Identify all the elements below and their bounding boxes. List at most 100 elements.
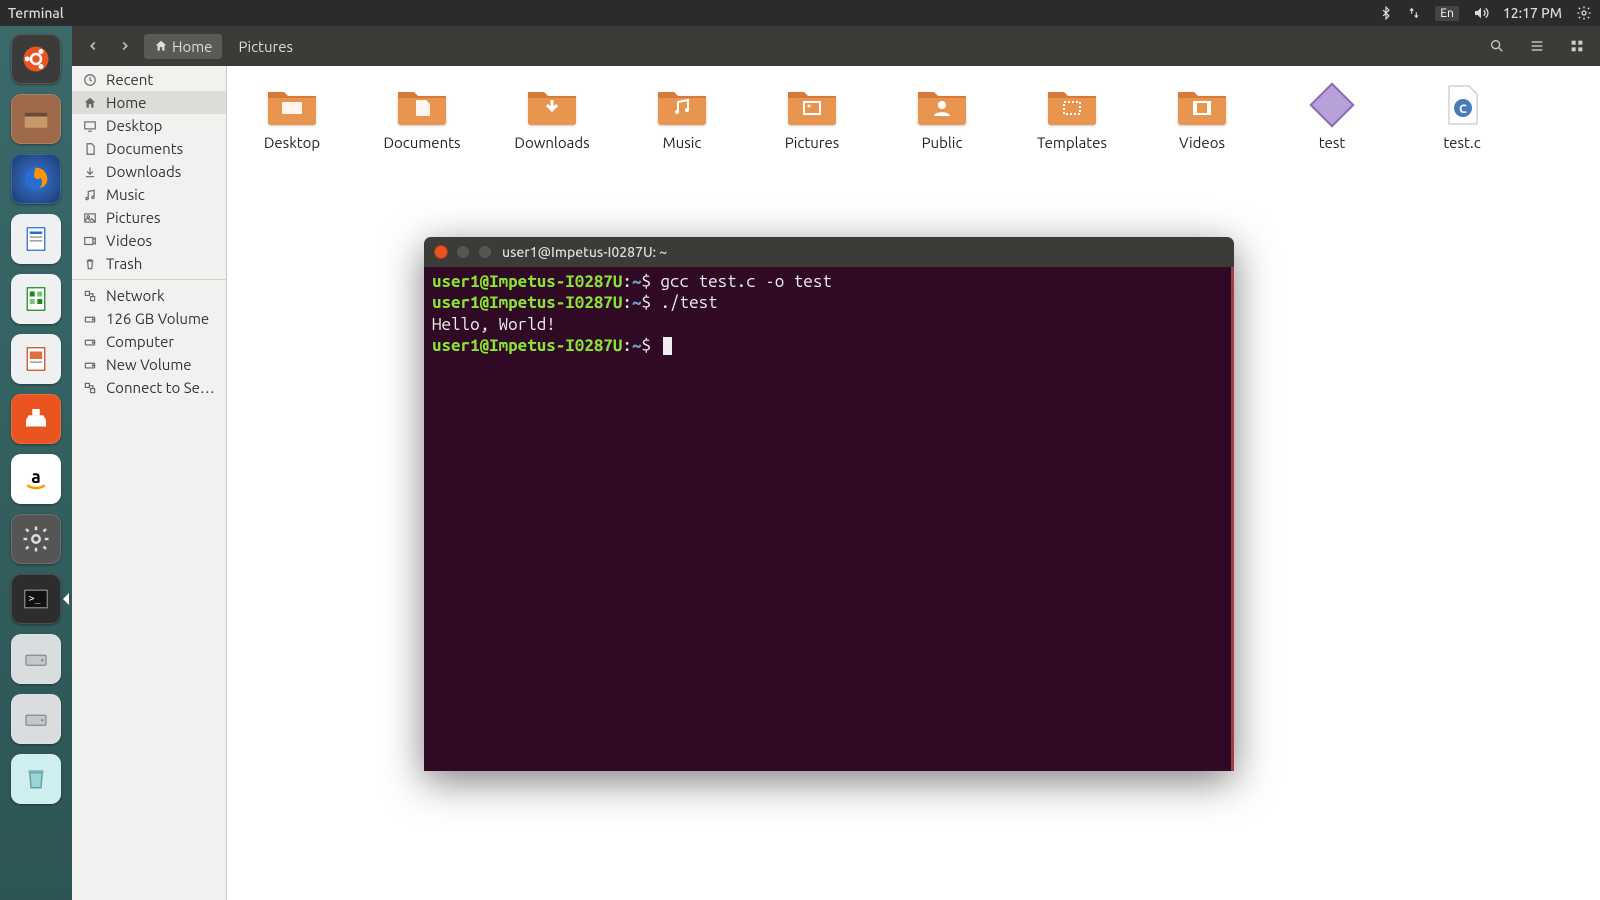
folder-icon <box>784 82 840 128</box>
unity-launcher: a >_ <box>0 26 72 900</box>
terminal-body[interactable]: user1@Impetus-I0287U:~$ gcc test.c -o te… <box>424 267 1234 771</box>
launcher-disk-2[interactable] <box>9 692 63 746</box>
terminal-window: user1@Impetus-I0287U: ~ user1@Impetus-I0… <box>424 237 1234 771</box>
keyboard-language-indicator[interactable]: En <box>1435 6 1459 21</box>
file-label: Downloads <box>514 134 589 151</box>
file-label: test <box>1319 134 1346 151</box>
sidebar-item-videos[interactable]: Videos <box>72 229 226 252</box>
terminal-titlebar[interactable]: user1@Impetus-I0287U: ~ <box>424 237 1234 267</box>
sidebar-item-label: New Volume <box>106 356 192 373</box>
file-item-downloads[interactable]: Downloads <box>507 82 597 151</box>
active-app-title: Terminal <box>8 5 64 21</box>
window-minimize-button[interactable] <box>456 245 470 259</box>
net-icon <box>82 381 98 395</box>
sidebar-item-126-gb-volume[interactable]: 126 GB Volume <box>72 307 226 330</box>
net-icon <box>82 289 98 303</box>
file-item-videos[interactable]: Videos <box>1157 82 1247 151</box>
volume-icon[interactable] <box>1473 5 1489 21</box>
file-item-music[interactable]: Music <box>637 82 727 151</box>
sidebar-item-pictures[interactable]: Pictures <box>72 206 226 229</box>
file-label: Pictures <box>785 134 840 151</box>
file-item-public[interactable]: Public <box>897 82 987 151</box>
sidebar-item-music[interactable]: Music <box>72 183 226 206</box>
sidebar-item-label: Desktop <box>106 117 162 134</box>
folder-icon <box>654 82 710 128</box>
file-item-test[interactable]: test <box>1287 82 1377 151</box>
sidebar-item-trash[interactable]: Trash <box>72 252 226 275</box>
svg-text:a: a <box>31 468 41 487</box>
view-grid-button[interactable] <box>1562 31 1592 61</box>
launcher-writer[interactable] <box>9 212 63 266</box>
file-label: Music <box>663 134 702 151</box>
launcher-firefox[interactable] <box>9 152 63 206</box>
file-label: Public <box>922 134 963 151</box>
launcher-ubuntu-software[interactable] <box>9 392 63 446</box>
down-icon <box>82 165 98 179</box>
file-item-test-c[interactable]: Ctest.c <box>1417 82 1507 151</box>
sidebar-item-new-volume[interactable]: New Volume <box>72 353 226 376</box>
terminal-cursor <box>663 337 672 355</box>
music-icon <box>82 188 98 202</box>
sidebar-item-recent[interactable]: Recent <box>72 68 226 91</box>
launcher-disk-1[interactable] <box>9 632 63 686</box>
breadcrumb-home[interactable]: Home <box>144 34 222 59</box>
file-item-templates[interactable]: Templates <box>1027 82 1117 151</box>
launcher-calc[interactable] <box>9 272 63 326</box>
folder-icon <box>914 82 970 128</box>
sidebar-item-downloads[interactable]: Downloads <box>72 160 226 183</box>
sidebar-item-label: Recent <box>106 71 153 88</box>
file-item-pictures[interactable]: Pictures <box>767 82 857 151</box>
view-list-button[interactable] <box>1522 31 1552 61</box>
breadcrumb-label: Home <box>172 38 212 55</box>
svg-text:>_: >_ <box>29 594 42 605</box>
system-top-bar: Terminal En 12:17 PM <box>0 0 1600 26</box>
launcher-ubuntu-dash[interactable] <box>9 32 63 86</box>
launcher-trash[interactable] <box>9 752 63 806</box>
window-close-button[interactable] <box>434 245 448 259</box>
bluetooth-icon[interactable] <box>1379 6 1393 20</box>
launcher-files[interactable] <box>9 92 63 146</box>
launcher-impress[interactable] <box>9 332 63 386</box>
fm-toolbar: Home Pictures <box>72 26 1600 66</box>
terminal-window-title: user1@Impetus-I0287U: ~ <box>502 244 667 260</box>
launcher-terminal[interactable]: >_ <box>9 572 63 626</box>
nav-back-button[interactable] <box>80 33 106 59</box>
folder-icon <box>394 82 450 128</box>
file-item-desktop[interactable]: Desktop <box>247 82 337 151</box>
breadcrumb-pictures[interactable]: Pictures <box>228 34 303 59</box>
file-icon: C <box>1434 82 1490 128</box>
sidebar-item-connect-to-se-[interactable]: Connect to Se… <box>72 376 226 399</box>
sidebar-item-network[interactable]: Network <box>72 284 226 307</box>
nav-forward-button[interactable] <box>112 33 138 59</box>
system-gear-icon[interactable] <box>1576 5 1592 21</box>
home-icon <box>82 96 98 110</box>
sidebar-item-computer[interactable]: Computer <box>72 330 226 353</box>
sidebar-item-label: Computer <box>106 333 174 350</box>
sidebar-item-label: Pictures <box>106 209 161 226</box>
sidebar-item-home[interactable]: Home <box>72 91 226 114</box>
vid-icon <box>82 234 98 248</box>
launcher-amazon[interactable]: a <box>9 452 63 506</box>
sidebar-item-label: Documents <box>106 140 183 157</box>
file-icon <box>1304 82 1360 128</box>
folder-icon <box>1044 82 1100 128</box>
sidebar-item-desktop[interactable]: Desktop <box>72 114 226 137</box>
launcher-system-settings[interactable] <box>9 512 63 566</box>
desktop-icon <box>82 119 98 133</box>
sidebar-item-documents[interactable]: Documents <box>72 137 226 160</box>
file-label: Documents <box>383 134 460 151</box>
disk-icon <box>82 358 98 372</box>
doc-icon <box>82 142 98 156</box>
file-item-documents[interactable]: Documents <box>377 82 467 151</box>
network-icon[interactable] <box>1407 6 1421 20</box>
file-label: Desktop <box>264 134 320 151</box>
sidebar-item-label: Home <box>106 94 146 111</box>
folder-icon <box>524 82 580 128</box>
clock[interactable]: 12:17 PM <box>1503 5 1562 21</box>
search-button[interactable] <box>1482 31 1512 61</box>
sidebar-item-label: Connect to Se… <box>106 379 215 396</box>
window-maximize-button[interactable] <box>478 245 492 259</box>
sidebar-item-label: Music <box>106 186 145 203</box>
file-label: Templates <box>1037 134 1107 151</box>
trash-icon <box>82 257 98 271</box>
